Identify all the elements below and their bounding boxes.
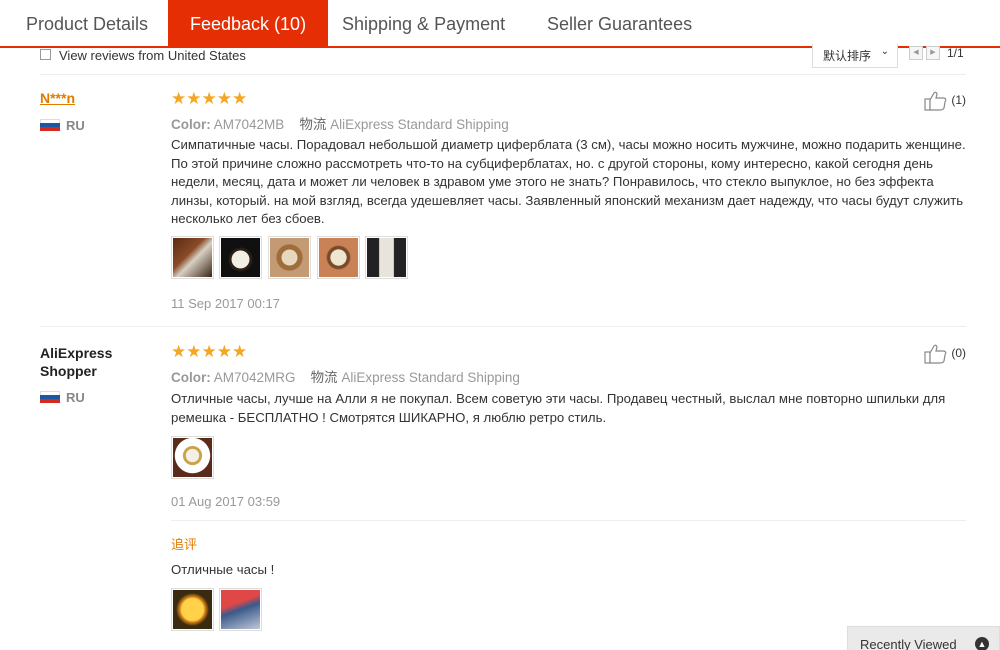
tab-product-details[interactable]: Product Details <box>4 0 170 48</box>
review-text: Отличные часы, лучше на Алли я не покупа… <box>171 391 946 425</box>
review-photo[interactable] <box>317 236 360 279</box>
us-reviews-label: View reviews from United States <box>59 48 246 63</box>
divider <box>40 74 966 75</box>
sort-dropdown-label: 默认排序 <box>823 49 872 63</box>
us-reviews-checkbox[interactable] <box>40 49 51 60</box>
reviewer-country: RU <box>66 390 85 405</box>
tab-bar: Product Details Feedback (10) Shipping &… <box>0 0 1000 48</box>
tab-shipping-payment[interactable]: Shipping & Payment <box>320 0 527 48</box>
recently-viewed-label: Recently Viewed <box>860 637 957 650</box>
color-value: AM7042MRG <box>213 370 296 385</box>
color-value: AM7042MB <box>213 117 285 132</box>
thumbs-up-icon <box>924 344 947 364</box>
page-indicator: 1/1 <box>947 46 964 60</box>
like-button[interactable]: (0) <box>924 344 966 364</box>
sort-dropdown[interactable]: 默认排序 ⌄ <box>812 44 898 68</box>
review-date: 11 Sep 2017 00:17 <box>171 296 280 311</box>
followup-photo[interactable] <box>219 588 262 631</box>
chevron-up-icon[interactable]: ▲ <box>975 637 989 650</box>
divider <box>40 326 966 327</box>
star-rating: ★★★★★ <box>171 342 248 361</box>
tab-feedback[interactable]: Feedback (10) <box>168 0 329 48</box>
review-filter-bar: View reviews from United States 默认排序 ⌄ ◀… <box>40 44 970 68</box>
star-rating: ★★★★★ <box>171 89 248 108</box>
shipping-value: AliExpress Standard Shipping <box>341 370 520 385</box>
shipping-value: AliExpress Standard Shipping <box>330 117 509 132</box>
tab-seller-guarantees[interactable]: Seller Guarantees <box>525 0 714 48</box>
russia-flag-icon <box>40 391 60 403</box>
next-page-icon[interactable]: ▶ <box>926 46 940 60</box>
recently-viewed-tab[interactable]: Recently Viewed ▲ <box>847 626 1000 650</box>
review-date: 01 Aug 2017 03:59 <box>171 494 281 509</box>
chevron-down-icon: ⌄ <box>880 46 889 57</box>
review-meta: Color: AM7042MB 物流 AliExpress Standard S… <box>171 113 509 133</box>
like-button[interactable]: (1) <box>924 91 966 111</box>
shipping-label: 物流 <box>299 117 327 132</box>
reviewer-country: RU <box>66 118 85 133</box>
review-photo[interactable] <box>171 236 214 279</box>
prev-page-icon[interactable]: ◀ <box>909 46 923 60</box>
reviewer-name: AliExpress Shopper <box>40 345 113 379</box>
color-label: Color: <box>171 370 211 385</box>
review-text: Симпатичные часы. Порадовал небольшой ди… <box>171 137 966 226</box>
russia-flag-icon <box>40 119 60 131</box>
review-photo[interactable] <box>219 236 262 279</box>
reviewer-name[interactable]: N***n <box>40 90 75 106</box>
color-label: Color: <box>171 117 211 132</box>
review-meta: Color: AM7042MRG 物流 AliExpress Standard … <box>171 366 520 386</box>
followup-label: 追评 <box>171 537 198 552</box>
like-count: (1) <box>951 93 967 108</box>
review-photo[interactable] <box>365 236 408 279</box>
shipping-label: 物流 <box>310 370 338 385</box>
review-photo[interactable] <box>171 436 214 479</box>
like-count: (0) <box>951 346 967 361</box>
followup-text: Отличные часы ! <box>171 562 275 577</box>
divider <box>171 520 966 521</box>
review-photo[interactable] <box>268 236 311 279</box>
thumbs-up-icon <box>924 91 947 111</box>
followup-photo[interactable] <box>171 588 214 631</box>
